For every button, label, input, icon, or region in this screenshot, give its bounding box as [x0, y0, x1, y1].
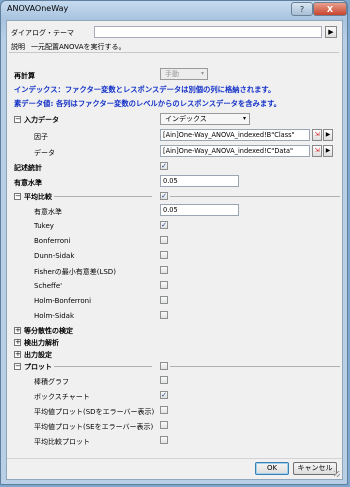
chevron-down-icon: ▾: [200, 70, 204, 77]
divider: [9, 52, 339, 53]
bar-chart-label: 棒積グラフ: [34, 378, 69, 386]
bonferroni-label: Bonferroni: [34, 237, 71, 245]
plots-checkbox[interactable]: [160, 362, 168, 370]
divider: [170, 196, 340, 197]
divider: [54, 366, 152, 367]
means-comparison-collapse-icon[interactable]: −: [14, 193, 21, 200]
holm-sidak-label: Holm-Sidak: [34, 312, 75, 320]
scheffe-checkbox[interactable]: [160, 281, 168, 289]
range-menu-button[interactable]: ▶: [323, 145, 333, 157]
expand-icon[interactable]: +: [14, 327, 21, 334]
factor-label: 因子: [34, 133, 48, 141]
means-sd-plot-checkbox[interactable]: [160, 406, 168, 414]
mc-significance-label: 有意水準: [34, 208, 62, 216]
dialog-theme-input[interactable]: [94, 26, 322, 38]
power-analysis-section[interactable]: 検出力解析: [24, 338, 59, 348]
window-title: ANOVAOneWay: [7, 4, 69, 13]
bar-chart-checkbox[interactable]: [160, 376, 168, 384]
expand-icon[interactable]: +: [14, 339, 21, 346]
recalc-label: 再計算: [14, 72, 35, 80]
input-mode-value: インデックス: [165, 115, 207, 123]
recalc-value: 手動: [165, 70, 179, 78]
means-comparison-checkbox[interactable]: ✓: [160, 192, 168, 200]
mc-significance-input[interactable]: 0.05: [160, 204, 239, 216]
means-se-plot-checkbox[interactable]: [160, 421, 168, 429]
holm-bonferroni-label: Holm-Bonferroni: [34, 297, 92, 305]
box-chart-label: ボックスチャート: [34, 393, 90, 401]
holm-bonferroni-checkbox[interactable]: [160, 296, 168, 304]
data-label: データ: [34, 149, 55, 157]
plots-collapse-icon[interactable]: −: [14, 363, 21, 370]
ok-button[interactable]: OK: [255, 462, 289, 475]
input-data-label: 入力データ: [24, 116, 59, 124]
divider: [170, 366, 340, 367]
bonferroni-checkbox[interactable]: [160, 236, 168, 244]
dialog-theme-menu-button[interactable]: ▶: [325, 26, 337, 38]
description-text: 一元配置ANOVAを実行する。: [31, 43, 126, 51]
plots-label: プロット: [24, 363, 52, 371]
input-mode-dropdown[interactable]: インデックス ▾: [160, 113, 250, 125]
significance-label: 有意水準: [14, 179, 42, 187]
holm-sidak-checkbox[interactable]: [160, 311, 168, 319]
lsd-label: Fisherの最小有意差(LSD): [34, 268, 116, 276]
divider: [7, 458, 342, 459]
output-settings-section[interactable]: 出力設定: [24, 350, 52, 360]
means-comparison-plot-label: 平均比較プロット: [34, 438, 90, 446]
divider: [54, 196, 152, 197]
scheffe-label: Scheffe': [34, 282, 63, 290]
descriptive-stats-label: 記述統計: [14, 164, 42, 172]
select-range-icon[interactable]: ⇲: [312, 129, 322, 141]
dunn-sidak-checkbox[interactable]: [160, 251, 168, 259]
significance-input[interactable]: 0.05: [160, 175, 239, 187]
dunn-sidak-label: Dunn-Sidak: [34, 252, 75, 260]
raw-note: 素データ値: 各列はファクター変数のレベルからのレスポンスデータを含みます。: [14, 99, 281, 108]
means-comparison-label: 平均比較: [24, 193, 52, 201]
expand-icon[interactable]: +: [14, 351, 21, 358]
dialog-theme-label: ダイアログ・テーマ: [11, 29, 74, 37]
dialog-body: ダイアログ・テーマ ▶ 説明 一元配置ANOVAを実行する。 再計算 手動 ▾ …: [6, 20, 343, 480]
cancel-button[interactable]: キャンセル: [293, 462, 337, 475]
recalc-dropdown: 手動 ▾: [160, 68, 208, 80]
tukey-label: Tukey: [34, 222, 54, 230]
description-label: 説明: [11, 43, 25, 51]
range-menu-button[interactable]: ▶: [323, 129, 333, 141]
means-se-plot-label: 平均値プロット(SEをエラーバー表示): [34, 423, 154, 431]
title-bar[interactable]: ANOVAOneWay ? X: [1, 1, 347, 19]
means-comparison-plot-checkbox[interactable]: [160, 436, 168, 444]
help-button[interactable]: ?: [291, 2, 313, 16]
chevron-down-icon: ▾: [242, 115, 246, 122]
dialog-window: ANOVAOneWay ? X ダイアログ・テーマ ▶ 説明 一元配置ANOVA…: [0, 0, 348, 485]
input-data-collapse-icon[interactable]: −: [14, 116, 21, 123]
box-chart-checkbox[interactable]: ✓: [160, 391, 168, 399]
index-note: インデックス：ファクター変数とレスポンスデータは別個の列に格納されます。: [14, 85, 276, 94]
resize-grip-icon[interactable]: [334, 471, 340, 477]
equal-variance-section[interactable]: 等分散性の検定: [24, 326, 73, 336]
descriptive-stats-checkbox[interactable]: ✓: [160, 162, 168, 170]
data-range-input[interactable]: [Ain]One-Way_ANOVA_indexed!C"Data": [160, 145, 310, 157]
means-sd-plot-label: 平均値プロット(SDをエラーバー表示): [34, 408, 155, 416]
lsd-checkbox[interactable]: [160, 266, 168, 274]
select-range-icon[interactable]: ⇲: [312, 145, 322, 157]
close-button[interactable]: X: [313, 2, 347, 16]
factor-range-input[interactable]: [Ain]One-Way_ANOVA_indexed!B"Class": [160, 129, 310, 141]
tukey-checkbox[interactable]: ✓: [160, 221, 168, 229]
